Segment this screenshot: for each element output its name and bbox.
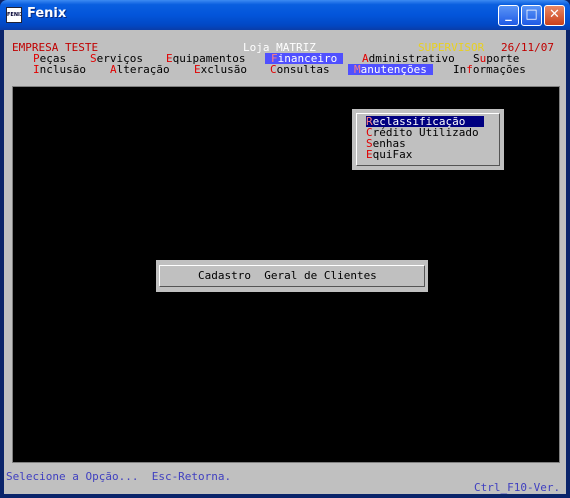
screen-title-panel: Cadastro Geral de Clientes: [156, 260, 428, 292]
menu-consultas[interactable]: Consultas: [270, 64, 330, 75]
menu-label: lteração: [116, 63, 170, 76]
application-window: FENIX Fenix _ □ ✕ EMPRESA TESTE Loja MAT…: [0, 0, 570, 498]
hotkey: C: [270, 63, 277, 76]
status-message: Selecione a Opção... Esc-Retorna.: [6, 470, 232, 483]
menu-exclusao[interactable]: Exclusão: [194, 64, 247, 75]
dropdown-label: quiFax: [372, 148, 413, 161]
menu-alteracao[interactable]: Alteração: [110, 64, 170, 75]
screen-title-frame: Cadastro Geral de Clientes: [159, 265, 425, 287]
hotkey: E: [366, 148, 373, 161]
dropdown-item-equifax[interactable]: EquiFax: [366, 149, 412, 160]
menu-label: anutenções: [360, 63, 427, 76]
close-button[interactable]: ✕: [544, 5, 565, 26]
console-area: EMPRESA TESTE Loja MATRIZ SUPERVISOR 26/…: [4, 30, 566, 494]
menu-label: nclusão: [39, 63, 86, 76]
app-icon[interactable]: FENIX: [6, 7, 22, 23]
minimize-button[interactable]: _: [498, 5, 519, 26]
status-shortcut: Ctrl_F10-Ver.: [474, 481, 561, 494]
menu-manutencoes[interactable]: Manutenções: [348, 64, 433, 75]
menu-inclusao[interactable]: Inclusão: [33, 64, 86, 75]
manutencoes-dropdown: Reclassificação Crédito Utilizado Senhas…: [352, 109, 504, 170]
menu-informacoes[interactable]: Informações: [453, 64, 526, 75]
menu-label: onsultas: [276, 63, 330, 76]
hotkey: f: [466, 63, 473, 76]
maximize-button[interactable]: □: [521, 5, 542, 26]
menu-label: xclusão: [200, 63, 247, 76]
screen-title: Cadastro Geral de Clientes: [198, 269, 377, 282]
hotkey: A: [110, 63, 117, 76]
menu-label-prefix: In: [453, 63, 467, 76]
hotkey: M: [354, 63, 361, 76]
dropdown-frame: Reclassificação Crédito Utilizado Senhas…: [356, 113, 500, 166]
hotkey: E: [194, 63, 201, 76]
hotkey: S: [90, 52, 97, 65]
hotkey: I: [33, 63, 40, 76]
title-bar[interactable]: FENIX Fenix _ □ ✕: [0, 0, 570, 30]
menu-label: ormações: [472, 63, 526, 76]
window-title: Fenix: [27, 6, 67, 21]
